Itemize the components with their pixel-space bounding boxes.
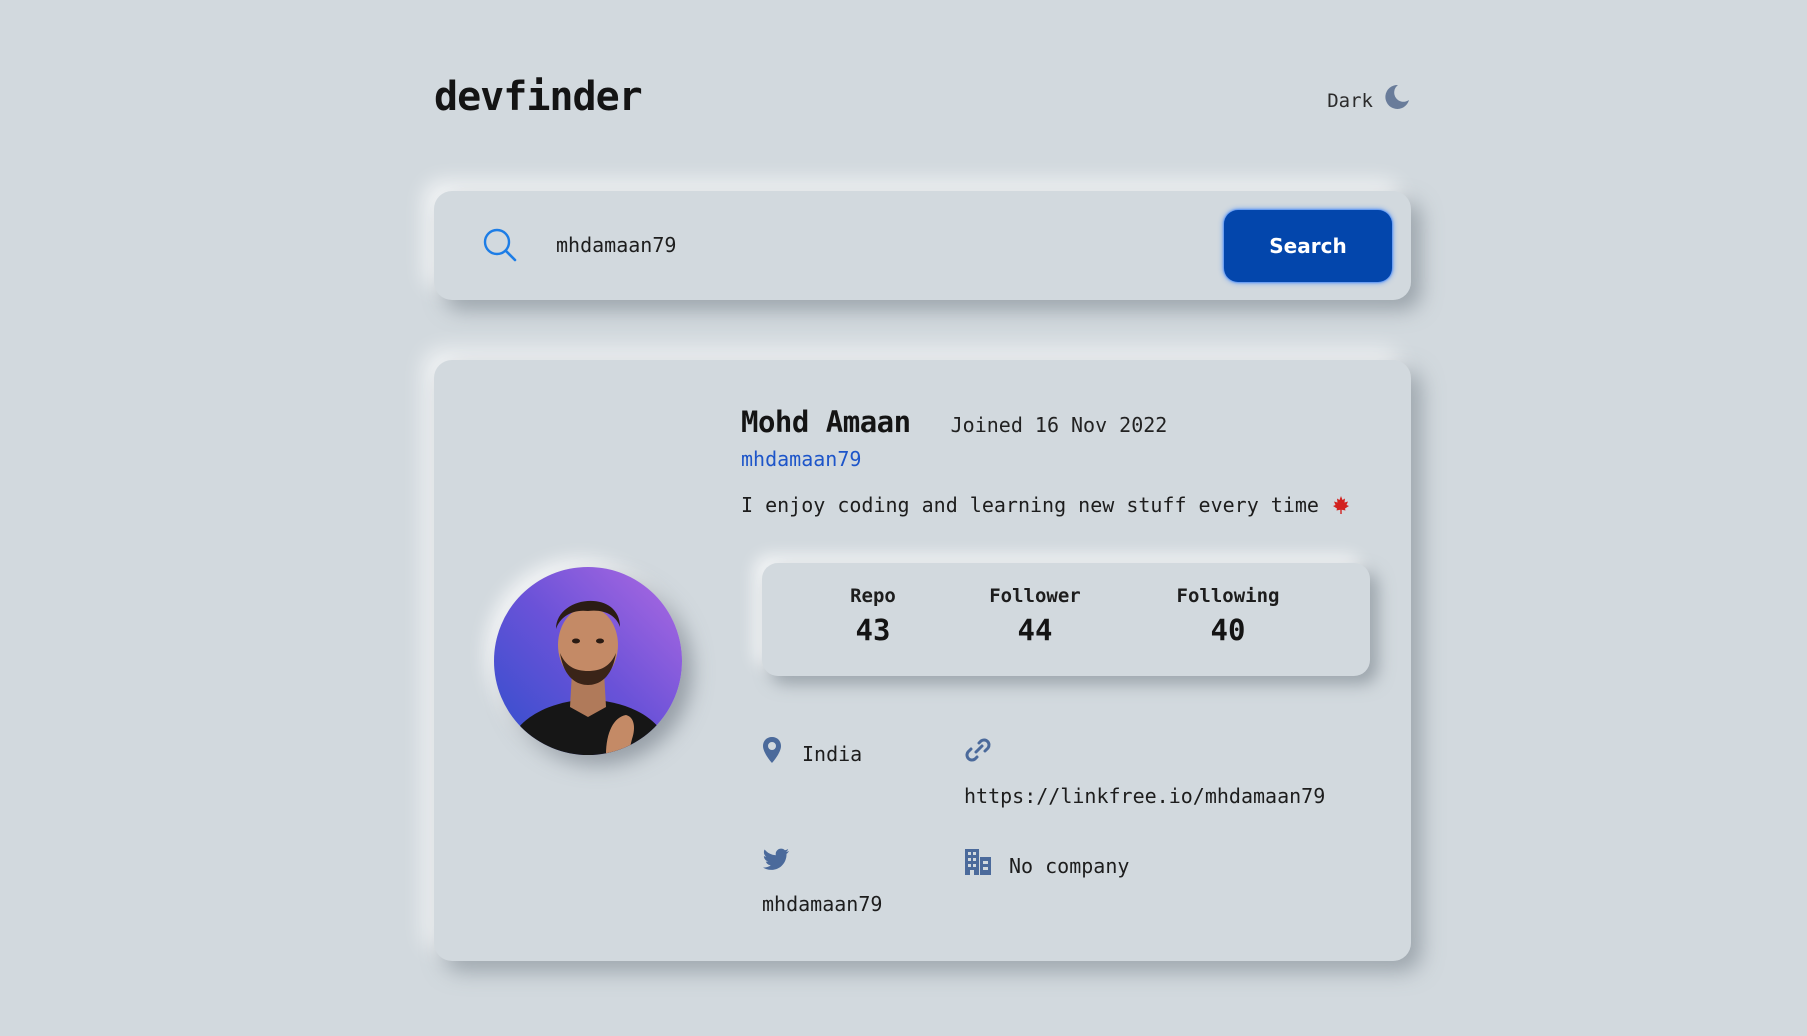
bio-text: I enjoy coding and learning new stuff ev… — [741, 493, 1319, 517]
moon-icon — [1385, 84, 1409, 109]
theme-toggle-label: Dark — [1327, 90, 1373, 112]
logo: devfinder — [434, 74, 643, 120]
joined-date: Joined 16 Nov 2022 — [950, 413, 1168, 437]
twitter-icon — [762, 848, 789, 870]
building-icon — [965, 849, 991, 875]
search-button[interactable]: Search — [1224, 210, 1392, 282]
avatar — [494, 567, 682, 755]
stat-repo: Repo 43 — [788, 585, 958, 647]
stat-label: Repo — [850, 585, 896, 607]
stat-value: 40 — [1210, 613, 1246, 647]
theme-toggle[interactable]: Dark — [1327, 82, 1411, 112]
link-icon — [965, 738, 991, 762]
profile-info: Mohd Amaan Joined 16 Nov 2022 mhdamaan79… — [741, 405, 1381, 517]
app-container: devfinder Dark Search — [434, 0, 1411, 1036]
username-link[interactable]: mhdamaan79 — [741, 447, 1381, 471]
twitter: mhdamaan79 — [762, 848, 962, 928]
stats-box: Repo 43 Follower 44 Following 40 — [762, 563, 1370, 676]
profile-name: Mohd Amaan — [741, 405, 911, 439]
website-link[interactable]: https://linkfree.io/mhdamaan79 — [964, 784, 1325, 808]
location-pin-icon — [763, 737, 781, 763]
company: No company — [964, 848, 1264, 888]
search-input[interactable] — [554, 223, 1114, 267]
search-icon — [483, 228, 517, 262]
search-bar: Search — [434, 191, 1411, 300]
stat-label: Following — [1176, 585, 1280, 607]
bio: I enjoy coding and learning new stuff ev… — [741, 493, 1381, 517]
stat-following: Following 40 — [1143, 585, 1313, 647]
stat-label: Follower — [989, 585, 1081, 607]
stat-follower: Follower 44 — [950, 585, 1120, 647]
name-row: Mohd Amaan Joined 16 Nov 2022 — [741, 405, 1381, 439]
website: https://linkfree.io/mhdamaan79 — [964, 736, 1384, 816]
company-text: No company — [1009, 854, 1130, 878]
location-text: India — [802, 742, 863, 766]
stat-value: 43 — [855, 613, 891, 647]
maple-leaf-icon — [1332, 496, 1349, 514]
profile-card: Mohd Amaan Joined 16 Nov 2022 mhdamaan79… — [434, 360, 1411, 961]
location: India — [762, 736, 942, 776]
avatar-image — [494, 567, 682, 755]
stat-value: 44 — [1017, 613, 1053, 647]
header: devfinder Dark — [434, 70, 1411, 130]
twitter-handle: mhdamaan79 — [762, 892, 883, 916]
